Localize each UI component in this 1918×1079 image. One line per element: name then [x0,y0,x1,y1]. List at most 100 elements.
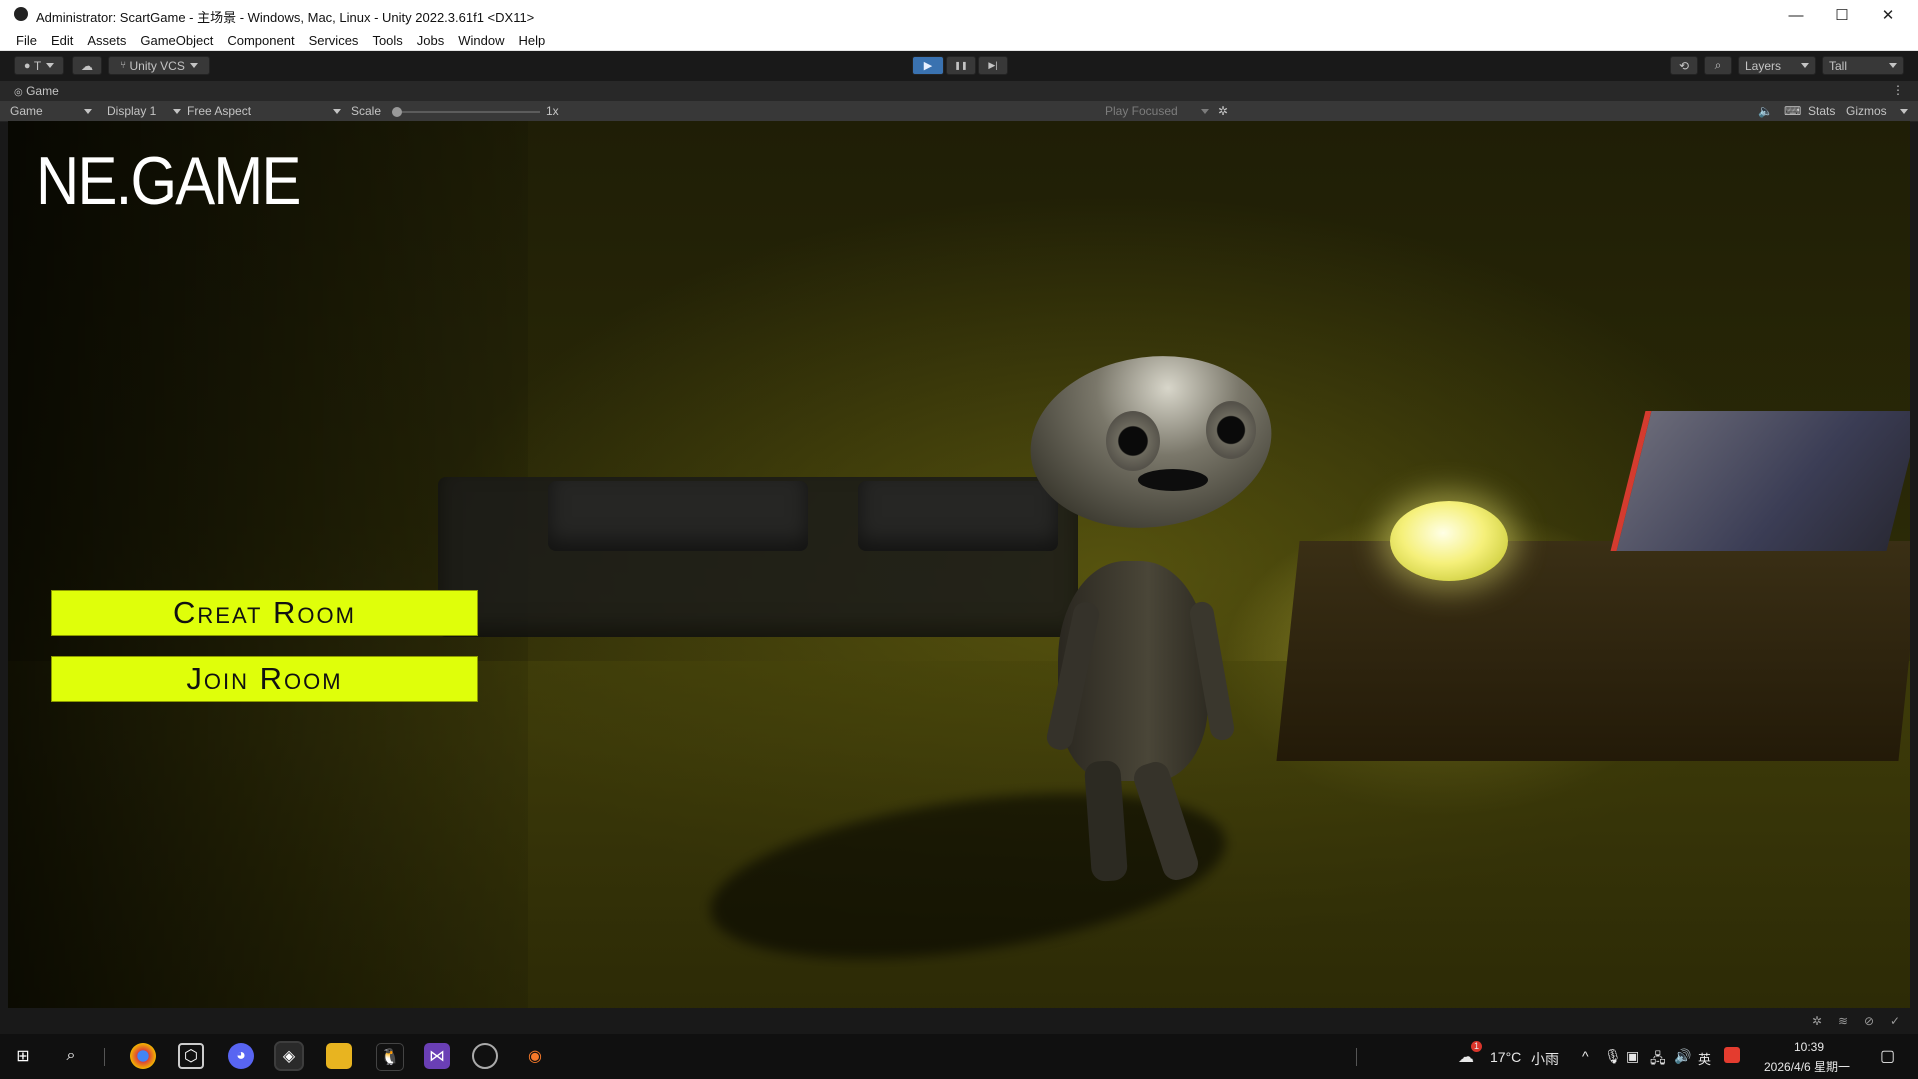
join-room-button[interactable]: Join Room [51,656,478,702]
chrome-icon[interactable] [130,1043,156,1069]
blender-icon[interactable]: ◉ [522,1043,548,1069]
scale-slider-thumb[interactable] [392,107,402,117]
account-icon: ● [23,59,31,72]
audio-mute-icon[interactable]: 🔈 [1758,104,1773,118]
display-select[interactable]: Display 1 [107,104,181,118]
weather-badge: 1 [1471,1041,1482,1052]
layout-dropdown[interactable]: Tall [1822,56,1904,75]
ime-indicator[interactable]: 英 [1698,1049,1711,1068]
create-room-button[interactable]: Creat Room [51,590,478,636]
status-bar: ✲ ≋ ⊘ ✓ [0,1008,1918,1034]
game-view-toolbar: Game Display 1 Free Aspect Scale 1x Play… [0,101,1918,122]
layers-dropdown[interactable]: Layers [1738,56,1816,75]
notification-icon[interactable]: ▢ [1880,1046,1895,1066]
play-icon: ▶ [923,60,933,72]
microphone-icon[interactable]: 🎙 [1604,1048,1622,1065]
character-eye [1106,411,1160,471]
chevron-up-icon[interactable]: ^ [1582,1048,1589,1064]
tab-options-icon[interactable]: ⋮ [1892,83,1904,97]
scene-table [1276,541,1910,761]
sogou-ime-icon[interactable] [1724,1047,1740,1063]
menu-file[interactable]: File [16,33,37,48]
stats-button[interactable]: Stats [1808,104,1835,118]
scene-lamp [1390,501,1508,581]
gizmos-dropdown[interactable]: Gizmos [1846,104,1908,118]
maximize-button[interactable]: ☐ [1819,0,1865,30]
history-button[interactable]: ⟲ [1670,56,1698,75]
step-button[interactable]: ▶| [978,56,1008,75]
aspect-select-value: Free Aspect [187,104,252,118]
view-select-value: Game [10,104,43,118]
history-icon: ⟲ [1678,58,1690,73]
unity-editor-icon[interactable]: ◈ [274,1041,304,1071]
weather-desc[interactable]: 小雨 [1531,1049,1559,1069]
menu-gameobject[interactable]: GameObject [140,33,213,48]
clock-time[interactable]: 10:39 [1794,1040,1824,1054]
unity-vcs-dropdown[interactable]: ⑂ Unity VCS [108,56,210,75]
minimize-button[interactable]: — [1773,0,1819,30]
game-logo: NE.GAME [36,143,301,219]
unity-logo-icon [14,7,28,21]
menu-tools[interactable]: Tools [372,33,402,48]
game-tab-row: ◎ Game ⋮ [0,81,1918,101]
scale-label: Scale [351,104,382,118]
menu-jobs[interactable]: Jobs [417,33,444,48]
network-tray-icon[interactable]: 🖧 [1650,1048,1666,1072]
network-icon[interactable]: ⊘ [1864,1014,1874,1028]
menu-services[interactable]: Services [309,33,359,48]
account-label: T [33,58,42,73]
gamepad-icon: ◎ [14,87,23,98]
display-icon[interactable]: ▣ [1626,1048,1639,1065]
discord-icon[interactable]: ◕ [228,1043,254,1069]
scene-sofa-cushion [548,481,808,551]
debug-icon[interactable]: ✲ [1812,1014,1822,1028]
unity-hub-icon[interactable]: ⬡ [178,1043,204,1069]
view-select[interactable]: Game [10,104,94,118]
pause-icon: ❚❚ [954,61,968,70]
main-toolbar: ● T ☁ ⑂ Unity VCS ▶ ❚❚ ▶| ⟲ ⌕ Layers Tal… [0,51,1918,81]
bug-icon[interactable]: ✲ [1218,104,1228,118]
account-dropdown[interactable]: ● T [14,56,64,75]
tab-game[interactable]: ◎ Game [14,84,59,98]
steam-icon[interactable] [472,1043,498,1069]
search-button[interactable]: ⌕ [1704,56,1732,75]
check-circle-icon[interactable]: ✓ [1890,1014,1900,1028]
menu-bar: File Edit Assets GameObject Component Se… [0,30,1918,51]
cloud-icon: ☁ [81,58,93,73]
vcs-label: Unity VCS [129,58,185,73]
layers-stack-icon[interactable]: ≋ [1838,1014,1848,1028]
character-eye [1206,401,1256,459]
play-mode-value: Play Focused [1105,104,1178,118]
keyboard-icon[interactable]: ⌨ [1784,104,1801,118]
close-button[interactable]: ✕ [1865,0,1911,30]
volume-icon[interactable]: 🔊 [1674,1048,1691,1065]
scale-slider[interactable] [392,107,540,117]
qq-icon[interactable]: 🐧 [376,1043,404,1071]
weather-temp[interactable]: 17°C [1490,1049,1521,1065]
play-focused-select[interactable]: Play Focused [1105,104,1209,118]
menu-help[interactable]: Help [519,33,546,48]
menu-component[interactable]: Component [227,33,294,48]
search-taskbar-icon[interactable]: ⌕ [58,1043,84,1069]
file-explorer-icon[interactable] [326,1043,352,1069]
aspect-select[interactable]: Free Aspect [187,104,341,118]
cloud-button[interactable]: ☁ [72,56,102,75]
layout-label: Tall [1829,58,1848,73]
tab-game-label: Game [26,84,59,98]
windows-start-icon[interactable]: ⊞ [10,1043,36,1069]
taskbar-divider [1356,1048,1357,1066]
play-button[interactable]: ▶ [912,56,944,75]
game-view[interactable]: NE.GAME Creat Room Join Room [8,121,1910,1008]
character-mouth [1138,469,1208,491]
scene-laptop [1610,411,1910,551]
visual-studio-icon[interactable]: ⋈ [424,1043,450,1069]
clock-date[interactable]: 2026/4/6 星期一 [1764,1058,1850,1075]
menu-assets[interactable]: Assets [87,33,126,48]
scene-sofa-cushion [858,481,1058,551]
window-title: Administrator: ScartGame - 主场景 - Windows… [36,10,535,25]
pause-button[interactable]: ❚❚ [946,56,976,75]
menu-window[interactable]: Window [458,33,504,48]
branch-icon: ⑂ [120,60,127,71]
menu-edit[interactable]: Edit [51,33,73,48]
step-icon: ▶| [988,60,998,70]
